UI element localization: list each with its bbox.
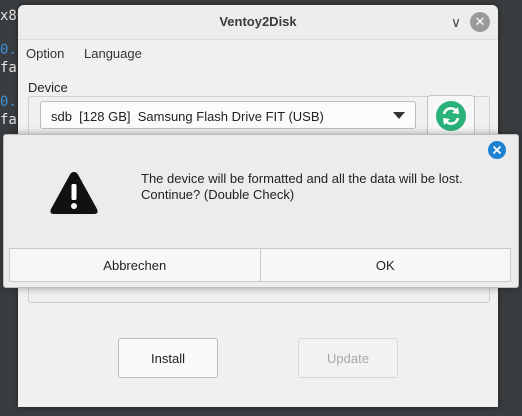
device-select[interactable]: sdb [128 GB] Samsung Flash Drive FIT (US… — [40, 101, 416, 129]
device-label: Device — [28, 80, 68, 95]
refresh-icon — [436, 101, 466, 131]
dialog-button-bar: Abbrechen OK — [9, 248, 511, 282]
window-title: Ventoy2Disk — [219, 14, 297, 29]
ok-button[interactable]: OK — [259, 249, 511, 281]
dialog-message-line: The device will be formatted and all the… — [141, 171, 463, 186]
dialog-titlebar[interactable] — [4, 135, 518, 163]
cancel-button[interactable]: Abbrechen — [10, 249, 260, 281]
menu-option[interactable]: Option — [26, 46, 64, 61]
chevron-down-icon — [393, 112, 405, 119]
dialog-message-line: Continue? (Double Check) — [141, 187, 295, 202]
window-titlebar[interactable]: Ventoy2Disk ∨ ✕ — [18, 5, 498, 40]
dialog-close-button[interactable] — [488, 141, 506, 159]
menu-language[interactable]: Language — [84, 46, 142, 61]
close-icon: ✕ — [474, 14, 486, 29]
refresh-button[interactable] — [427, 95, 475, 137]
dialog-message: The device will be formatted and all the… — [141, 171, 463, 203]
minimize-button[interactable]: ∨ — [446, 12, 466, 32]
close-icon — [492, 145, 502, 155]
menubar: Option Language — [18, 40, 498, 66]
confirm-dialog: The device will be formatted and all the… — [3, 134, 519, 288]
update-button[interactable]: Update — [298, 338, 398, 378]
close-button[interactable]: ✕ — [470, 12, 490, 32]
install-button[interactable]: Install — [118, 338, 218, 378]
chevron-down-icon: ∨ — [450, 13, 462, 30]
device-select-value: sdb [128 GB] Samsung Flash Drive FIT (US… — [51, 109, 324, 124]
warning-icon — [50, 172, 98, 214]
